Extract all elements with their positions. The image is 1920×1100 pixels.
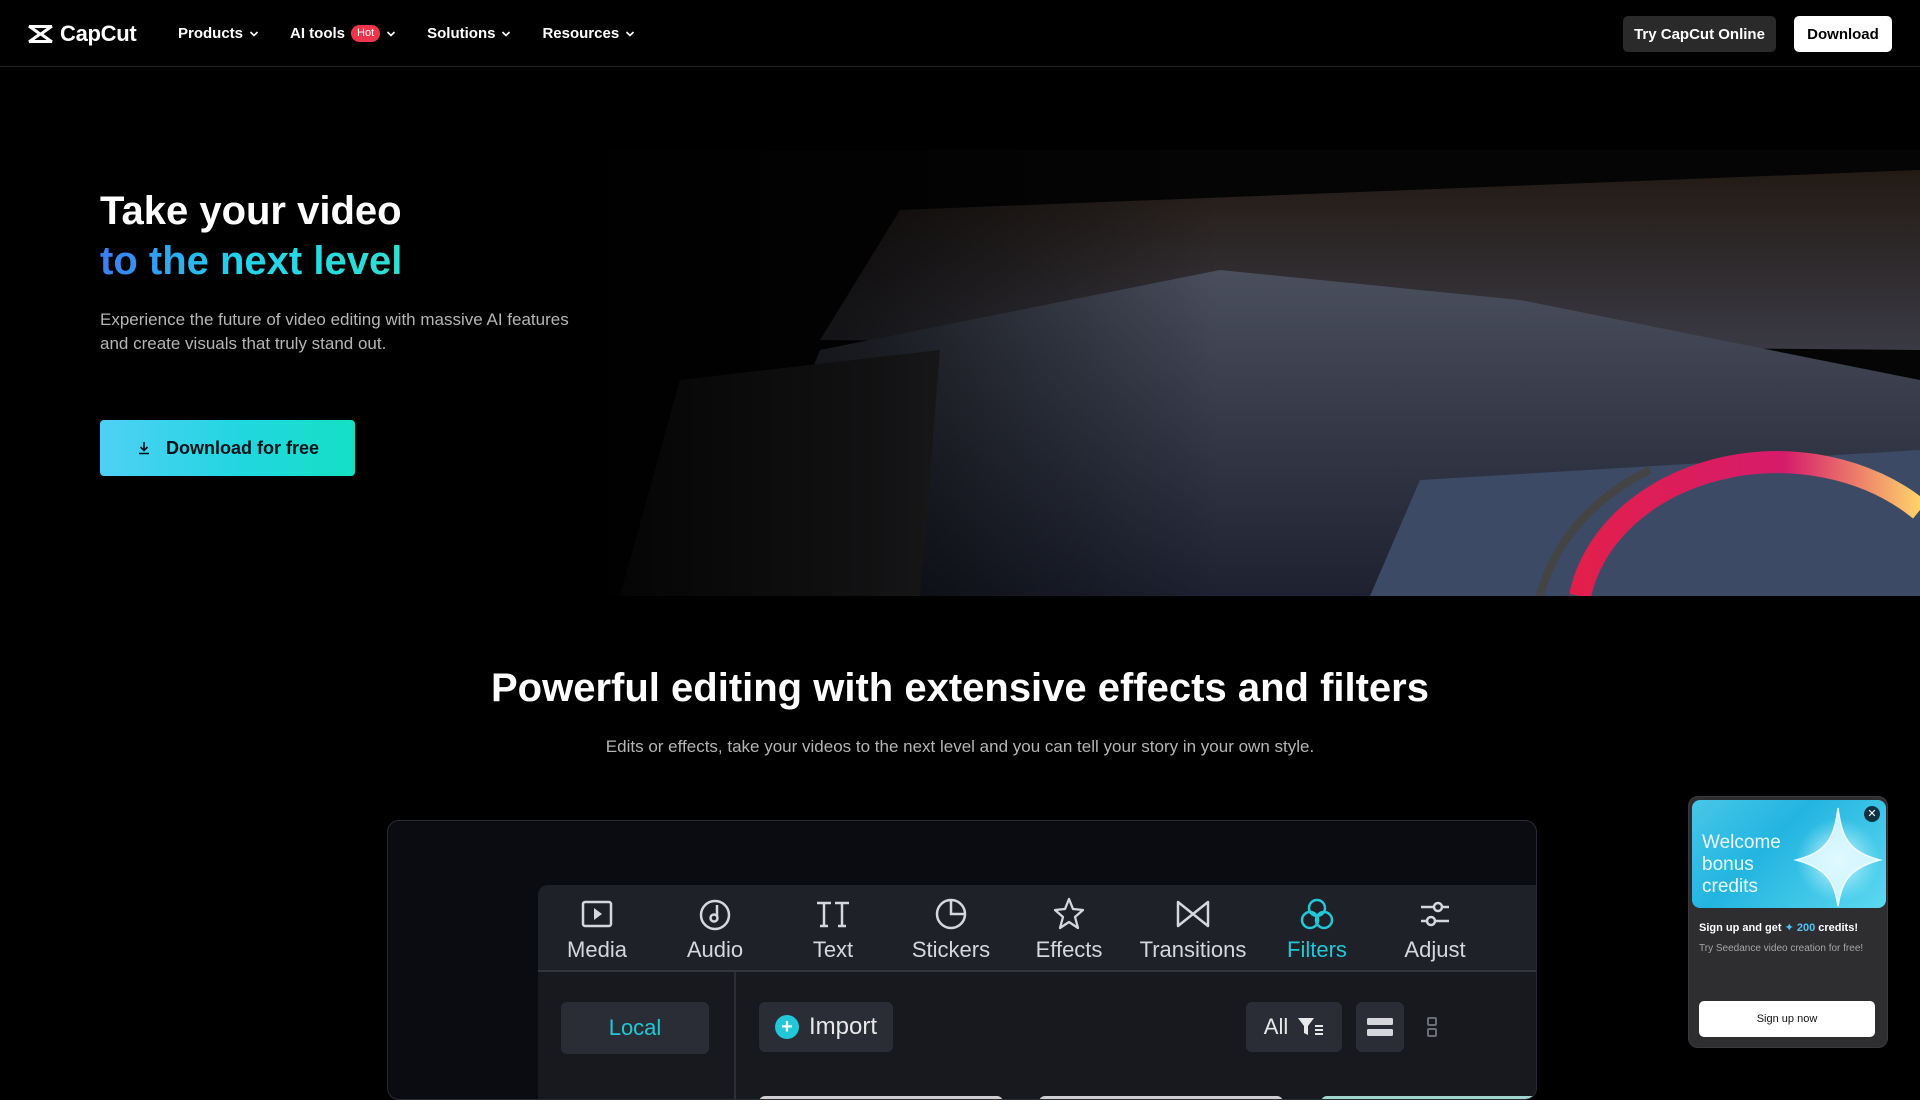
tool-filters[interactable]: Filters: [1258, 885, 1376, 972]
download-for-free-button[interactable]: Download for free: [100, 420, 355, 476]
tool-transitions[interactable]: Transitions: [1128, 885, 1258, 972]
audio-icon: [699, 899, 731, 930]
tool-label: Adjust: [1404, 936, 1466, 962]
tool-label: Effects: [1035, 936, 1103, 962]
hero-subtitle: Experience the future of video editing w…: [100, 310, 569, 353]
tool-effects[interactable]: Effects: [1010, 885, 1128, 972]
credits-amount: ✦ 200: [1784, 922, 1816, 934]
nav-item-label: Products: [178, 25, 244, 42]
popup-signup-suffix: credits!: [1818, 922, 1859, 934]
try-capcut-online-button[interactable]: Try CapCut Online: [1623, 16, 1776, 52]
plus-icon: +: [774, 1015, 799, 1039]
editor-preview: Media Audio Text Stickers Effects Transi…: [387, 820, 1537, 1100]
tool-label: Filters: [1287, 936, 1347, 962]
nav-item-products[interactable]: Products: [178, 25, 259, 42]
sort-filter-icon: [1298, 1018, 1324, 1035]
filter-all-label: All: [1263, 1014, 1289, 1039]
popup-banner-text: Welcome bonus credits: [1702, 832, 1781, 897]
editor-side-panel: Local: [538, 972, 736, 1099]
tool-stickers[interactable]: Stickers: [892, 885, 1010, 972]
filter-all-button[interactable]: All: [1246, 1002, 1342, 1052]
top-navbar: CapCut Products AI tools Hot Solutions R…: [0, 0, 1920, 67]
nav-item-solutions[interactable]: Solutions: [427, 25, 511, 42]
grid-view-button[interactable]: [1412, 1002, 1452, 1052]
tool-audio[interactable]: Audio: [656, 885, 774, 972]
list-view-button[interactable]: [1356, 1002, 1404, 1052]
chevron-down-icon: [502, 30, 511, 37]
tool-label: Transitions: [1139, 936, 1247, 962]
list-view-icon: [1367, 1018, 1393, 1036]
welcome-bonus-popup: Welcome bonus credits ✕ Sign up and get …: [1688, 796, 1888, 1048]
download-for-free-label: Download for free: [165, 437, 319, 458]
hero-title: Take your video to the next level: [100, 186, 402, 286]
tool-label: Text: [812, 936, 854, 962]
filters-icon: [1300, 898, 1334, 929]
nav-item-label: Solutions: [427, 25, 496, 42]
sign-up-now-button[interactable]: Sign up now: [1699, 1001, 1875, 1037]
chevron-down-icon: [626, 30, 635, 37]
popup-description: Try Seedance video creation for free!: [1699, 943, 1864, 954]
nav-item-label: Resources: [542, 25, 620, 42]
hot-badge: Hot: [351, 25, 381, 42]
popup-banner: Welcome bonus credits ✕: [1692, 800, 1886, 908]
media-thumbnail[interactable]: [1039, 1096, 1283, 1099]
media-thumbnail[interactable]: [1321, 1096, 1536, 1099]
tool-label: Stickers: [911, 936, 991, 962]
download-button[interactable]: Download: [1794, 16, 1892, 52]
tool-media[interactable]: Media: [538, 885, 656, 972]
editor-content-panel: + Import All: [736, 972, 1536, 1099]
download-icon: [138, 442, 149, 455]
text-icon: [817, 901, 849, 927]
chevron-down-icon: [249, 30, 259, 37]
hero-background-image: [520, 150, 1920, 596]
nav-item-ai-tools[interactable]: AI tools Hot: [290, 25, 396, 42]
effects-icon: [1053, 897, 1085, 929]
nav-item-label: AI tools: [290, 25, 346, 42]
tool-text[interactable]: Text: [774, 885, 892, 972]
media-icon: [581, 900, 613, 927]
transitions-icon: [1176, 900, 1210, 927]
tool-label: Audio: [686, 936, 744, 962]
import-label: Import: [808, 1013, 877, 1040]
hero-title-line1: Take your video: [100, 189, 402, 233]
media-thumbnail[interactable]: [759, 1096, 1003, 1099]
features-title: Powerful editing with extensive effects …: [491, 666, 1429, 710]
main-menu: Products AI tools Hot Solutions Resource…: [178, 0, 666, 67]
credits-value: 200: [1796, 922, 1816, 934]
popup-signup-prefix: Sign up and get: [1699, 922, 1782, 934]
chevron-down-icon: [387, 30, 396, 37]
editor-toolbar: Media Audio Text Stickers Effects Transi…: [538, 885, 1536, 972]
grid-view-icon: [1427, 1017, 1437, 1037]
capcut-logo[interactable]: CapCut: [27, 20, 137, 48]
logo-text: CapCut: [60, 21, 137, 46]
tool-adjust[interactable]: Adjust: [1376, 885, 1494, 972]
features-subtitle: Edits or effects, take your videos to th…: [605, 737, 1315, 756]
adjust-icon: [1421, 901, 1449, 926]
nav-item-resources[interactable]: Resources: [542, 25, 635, 42]
popup-signup-text: Sign up and get ✦ 200 credits!: [1699, 921, 1885, 934]
capcut-logo-icon: [28, 24, 53, 44]
hero-title-line2: to the next level: [100, 236, 402, 286]
stickers-icon: [935, 898, 967, 929]
local-tab[interactable]: Local: [561, 1002, 709, 1054]
import-button[interactable]: + Import: [759, 1002, 893, 1052]
tool-label: Media: [567, 936, 627, 962]
close-icon[interactable]: ✕: [1864, 806, 1880, 822]
